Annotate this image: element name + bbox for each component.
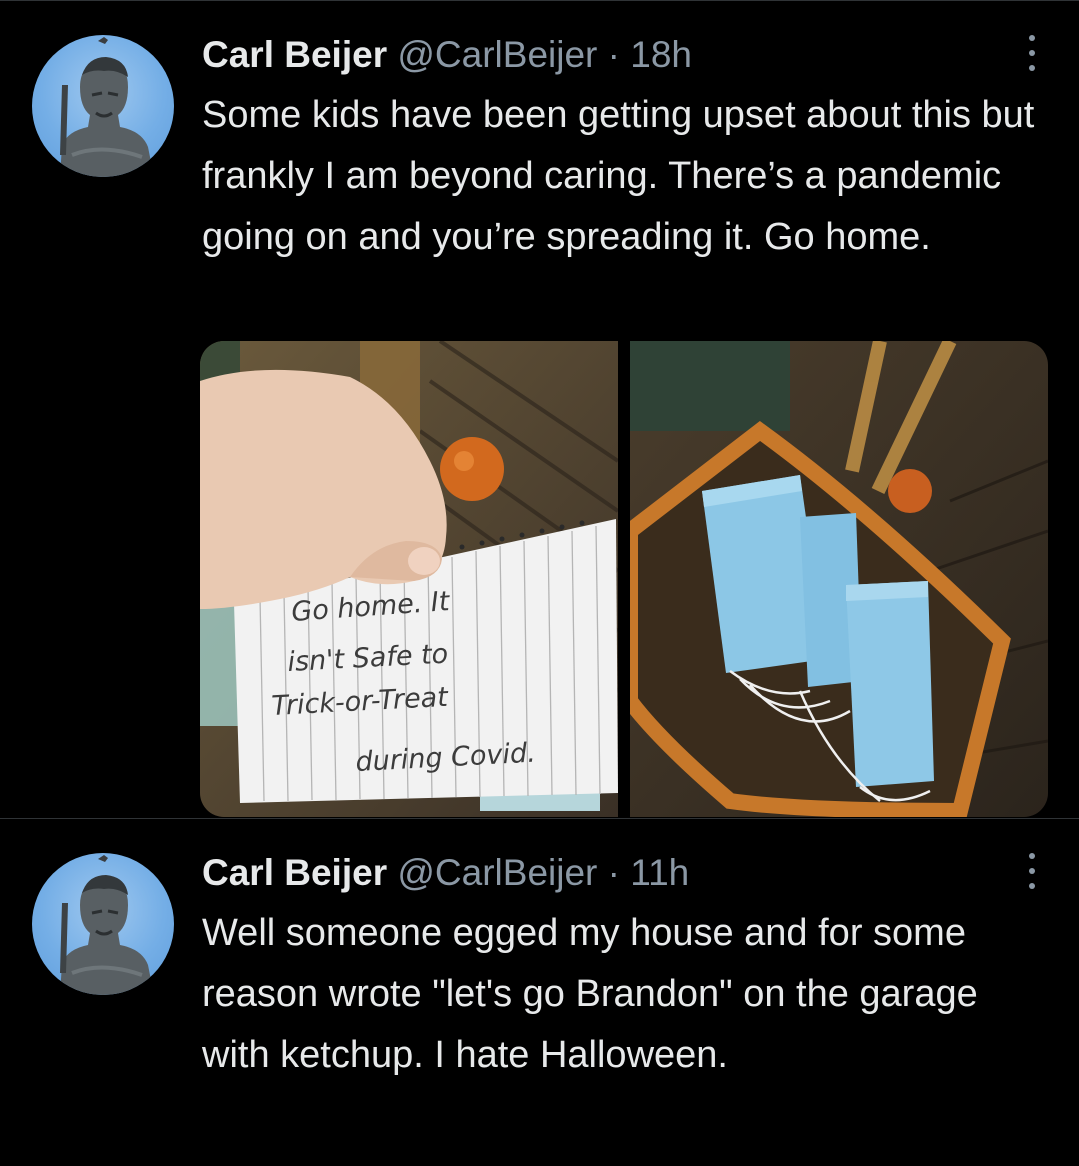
statue-avatar-icon	[60, 37, 154, 177]
timestamp[interactable]: 18h	[630, 34, 692, 75]
tweet-header: Carl Beijer @CarlBeijer · 18h	[202, 31, 692, 79]
masks-photo-image	[630, 341, 1048, 817]
note-photo-image: Go home. It isn't Safe to Trick-or-Treat…	[200, 341, 618, 817]
author-name[interactable]: Carl Beijer	[202, 34, 387, 75]
tweet-text: Some kids have been getting upset about …	[202, 94, 1035, 258]
author-handle[interactable]: @CarlBeijer	[397, 852, 597, 893]
avatar[interactable]	[32, 35, 174, 177]
photo-note[interactable]: Go home. It isn't Safe to Trick-or-Treat…	[200, 341, 618, 817]
author-handle[interactable]: @CarlBeijer	[397, 34, 597, 75]
tweet[interactable]: Carl Beijer @CarlBeijer · 11h Well someo…	[0, 818, 1079, 1166]
photo-masks[interactable]	[630, 341, 1048, 817]
separator-dot: ·	[607, 34, 620, 75]
separator-dot: ·	[607, 852, 620, 893]
author-name[interactable]: Carl Beijer	[202, 852, 387, 893]
avatar[interactable]	[32, 853, 174, 995]
more-options-icon[interactable]	[1025, 853, 1039, 889]
tweet-header: Carl Beijer @CarlBeijer · 11h	[202, 849, 689, 897]
more-options-icon[interactable]	[1025, 35, 1039, 71]
tweet-media[interactable]: Go home. It isn't Safe to Trick-or-Treat…	[200, 341, 1048, 817]
tweet-text: Well someone egged my house and for some…	[202, 912, 978, 1076]
tweet[interactable]: Carl Beijer @CarlBeijer · 18h Some kids …	[0, 0, 1079, 818]
timestamp[interactable]: 11h	[630, 852, 689, 893]
statue-avatar-icon	[60, 855, 154, 995]
